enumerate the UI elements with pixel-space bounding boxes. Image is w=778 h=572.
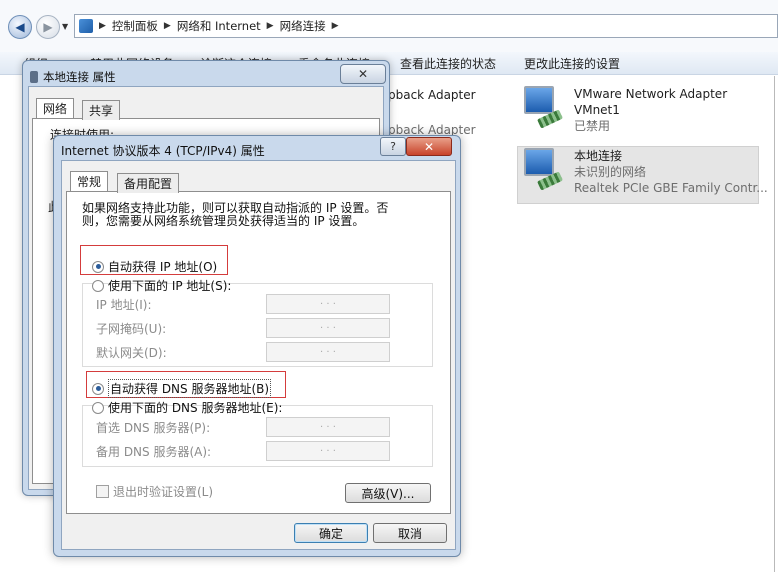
manual-dns-label: 使用下面的 DNS 服务器地址(E): [108,401,283,415]
connection-name: 本地连接 [574,149,623,163]
help-button[interactable]: ? [380,137,406,156]
auto-dns-radio[interactable]: 自动获得 DNS 服务器地址(B) [92,379,272,398]
ipv4-close-button[interactable]: ✕ [406,137,452,156]
change-settings-button[interactable]: 更改此连接的设置 [524,55,620,72]
connection-name: VMware Network Adapter [574,87,728,101]
help-icon: ? [390,140,396,153]
control-panel-icon [79,19,93,33]
network-adapter-icon [520,86,566,130]
plug-icon [30,71,38,83]
breadcrumb-separator-icon: ▶ [266,21,274,31]
default-gateway-label: 默认网关(D): [96,346,167,360]
properties-window-title-text: 本地连接 属性 [43,70,116,84]
connection-item-local[interactable]: 本地连接 未识别的网络 Realtek PCIe GBE Family Cont… [520,148,768,196]
close-icon: ✕ [423,139,435,154]
back-button[interactable]: ◀ [8,15,32,39]
tab-alternate-config[interactable]: 备用配置 [117,173,180,193]
chevron-down-icon: ▼ [62,22,69,31]
preferred-dns-input[interactable]: · · · [266,417,390,437]
connection-status: 未识别的网络 [574,165,647,179]
breadcrumb-separator-icon: ▶ [163,21,171,31]
alternate-dns-label: 备用 DNS 服务器(A): [96,445,212,459]
right-border [774,76,775,572]
ok-button[interactable]: 确定 [294,523,368,543]
auto-dns-label: 自动获得 DNS 服务器地址(B) [108,379,272,398]
partial-adapter-label[interactable]: pback Adapter [388,88,476,102]
connection-item-vmnet1[interactable]: VMware Network Adapter VMnet1 已禁用 [520,86,727,134]
preferred-dns-label: 首选 DNS 服务器(P): [96,421,211,435]
auto-ip-label: 自动获得 IP 地址(O) [108,260,218,274]
ip-address-label: IP 地址(I): [96,298,152,312]
connection-name-line2: VMnet1 [574,103,620,117]
validate-on-exit-label: 退出时验证设置(L) [113,485,214,499]
default-gateway-input[interactable]: · · · [266,342,390,362]
properties-close-button[interactable]: ✕ [340,64,386,84]
tab-general[interactable]: 常规 [70,171,109,191]
address-box[interactable]: ▶ 控制面板 ▶ 网络和 Internet ▶ 网络连接 ▶ [74,14,778,38]
radio-selected-icon [92,382,104,395]
tab-network[interactable]: 网络 [36,98,75,118]
properties-window-title: 本地连接 属性 [30,69,116,85]
breadcrumb-separator-icon: ▶ [99,21,106,31]
breadcrumb-network-internet[interactable]: 网络和 Internet [177,18,261,34]
advanced-button[interactable]: 高级(V)... [345,483,431,503]
subnet-mask-input[interactable]: · · · [266,318,390,338]
alternate-dns-input[interactable]: · · · [266,441,390,461]
connection-device: Realtek PCIe GBE Family Contr... [574,181,768,195]
ipv4-window-title: Internet 协议版本 4 (TCP/IPv4) 属性 [61,144,265,158]
manual-ip-radio[interactable]: 使用下面的 IP 地址(S): [92,277,231,294]
radio-unselected-icon [92,279,104,292]
manual-ip-label: 使用下面的 IP 地址(S): [108,279,232,293]
view-status-button[interactable]: 查看此连接的状态 [400,55,496,72]
radio-selected-icon [92,260,104,273]
checkbox-unchecked-icon [96,485,109,498]
history-dropdown-button[interactable]: ▼ [62,22,68,31]
validate-on-exit-checkbox[interactable]: 退出时验证设置(L) [96,483,213,500]
network-adapter-icon [520,148,566,192]
tab-sharing[interactable]: 共享 [82,100,121,120]
close-icon: ✕ [357,67,369,81]
auto-ip-radio[interactable]: 自动获得 IP 地址(O) [92,258,217,275]
ip-address-input[interactable]: · · · [266,294,390,314]
subnet-mask-label: 子网掩码(U): [96,322,167,336]
radio-unselected-icon [92,401,104,414]
arrow-right-icon: ▶ [43,20,53,34]
arrow-left-icon: ◀ [15,20,25,34]
breadcrumb-separator-icon: ▶ [331,21,339,31]
connection-status: 已禁用 [574,119,611,133]
breadcrumb-network-connections[interactable]: 网络连接 [280,18,326,34]
forward-button[interactable]: ▶ [36,15,60,39]
ipv4-description: 如果网络支持此功能，则可以获取自动指派的 IP 设置。否则，您需要从网络系统管理… [82,201,389,228]
breadcrumb-control-panel[interactable]: 控制面板 [112,18,158,34]
manual-dns-radio[interactable]: 使用下面的 DNS 服务器地址(E): [92,399,282,416]
cancel-button[interactable]: 取消 [373,523,447,543]
